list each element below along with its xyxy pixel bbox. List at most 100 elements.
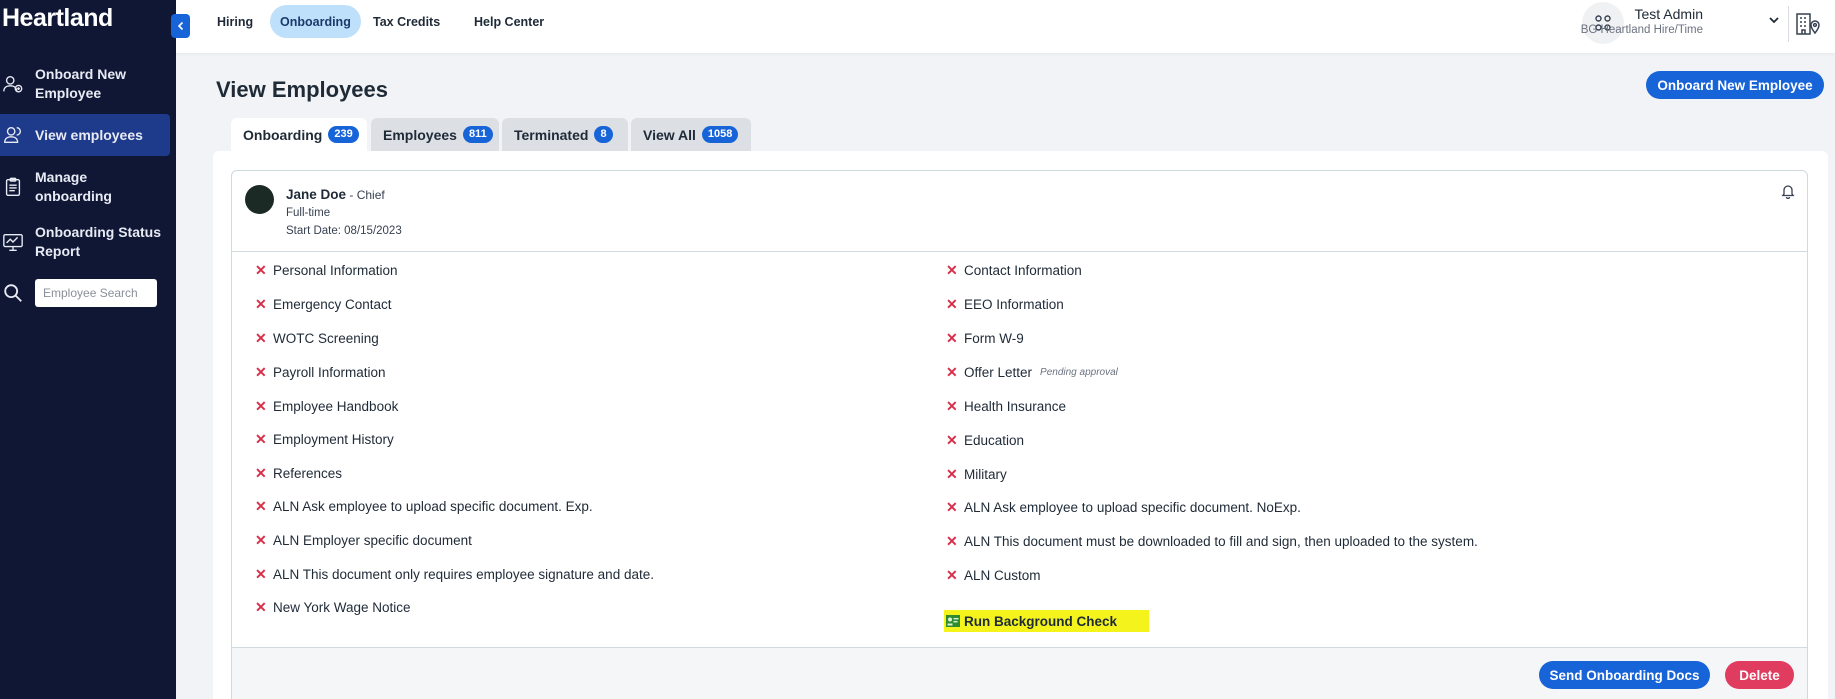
task-label: New York Wage Notice xyxy=(273,600,411,615)
sidebar: Heartland Onboard New Employee View empl… xyxy=(0,0,176,699)
onboard-new-employee-button[interactable]: Onboard New Employee xyxy=(1646,71,1824,99)
task-aln-upload-noexp[interactable]: ✕ ALN Ask employee to upload specific doc… xyxy=(946,499,1301,516)
incomplete-x-icon: ✕ xyxy=(946,296,958,312)
chevron-left-icon xyxy=(177,21,183,31)
building-location-icon[interactable] xyxy=(1794,9,1822,37)
task-emergency-contact[interactable]: ✕ Emergency Contact xyxy=(255,296,392,313)
incomplete-x-icon: ✕ xyxy=(255,262,267,278)
tab-label: Terminated xyxy=(514,126,589,143)
sidebar-item-label: onboarding xyxy=(35,188,112,204)
incomplete-x-icon: ✕ xyxy=(946,364,958,380)
background-check-icon xyxy=(946,615,960,627)
employee-card-header: Jane Doe - Chief Full-time Start Date: 0… xyxy=(232,171,1807,252)
user-add-icon xyxy=(3,75,23,93)
task-label: Offer Letter xyxy=(964,365,1033,380)
task-payroll-information[interactable]: ✕ Payroll Information xyxy=(255,364,386,381)
sidebar-item-view-employees[interactable]: View employees xyxy=(0,114,170,156)
incomplete-x-icon: ✕ xyxy=(946,466,958,482)
task-label: Emergency Contact xyxy=(273,297,392,312)
tab-count-badge: 8 xyxy=(594,126,613,143)
task-personal-information[interactable]: ✕ Personal Information xyxy=(255,262,398,279)
task-label: Run Background Check xyxy=(964,613,1118,629)
incomplete-x-icon: ✕ xyxy=(255,599,267,615)
task-aln-download-fill-sign[interactable]: ✕ ALN This document must be downloaded to… xyxy=(946,533,1478,550)
chevron-down-icon[interactable] xyxy=(1767,13,1781,27)
tab-label: Onboarding xyxy=(243,126,323,143)
tab-count-badge: 1058 xyxy=(701,126,739,143)
sidebar-item-onboard-new-employee[interactable]: Onboard New Employee xyxy=(0,64,170,104)
task-aln-upload-exp[interactable]: ✕ ALN Ask employee to upload specific doc… xyxy=(255,498,593,515)
task-run-background-check[interactable]: Run Background Check xyxy=(944,610,1150,632)
task-aln-employer-specific[interactable]: ✕ ALN Employer specific document xyxy=(255,532,472,549)
sidebar-item-onboarding-status-report[interactable]: Onboarding Status Report xyxy=(0,222,170,262)
employee-search-input[interactable] xyxy=(35,279,157,307)
top-link-tax-credits[interactable]: Tax Credits xyxy=(363,5,450,38)
top-link-help-center[interactable]: Help Center xyxy=(464,5,554,38)
user-name[interactable]: Test Admin xyxy=(1635,6,1703,22)
task-label: EEO Information xyxy=(964,297,1064,312)
avatar xyxy=(245,185,274,214)
top-navigation-bar: Hiring Onboarding Tax Credits Help Cente… xyxy=(176,0,1835,53)
employee-search xyxy=(0,279,170,307)
users-icon xyxy=(4,126,22,144)
bell-icon[interactable] xyxy=(1780,183,1796,199)
incomplete-x-icon: ✕ xyxy=(255,431,267,447)
task-label: Health Insurance xyxy=(964,399,1067,414)
task-label: ALN Employer specific document xyxy=(273,533,472,548)
delete-button[interactable]: Delete xyxy=(1725,661,1794,689)
start-date: Start Date: 08/15/2023 xyxy=(286,225,402,237)
incomplete-x-icon: ✕ xyxy=(255,398,267,414)
tab-terminated[interactable]: Terminated 8 xyxy=(502,118,628,151)
task-offer-letter[interactable]: ✕ Offer Letter Pending approval xyxy=(946,364,1118,381)
incomplete-x-icon: ✕ xyxy=(255,296,267,312)
task-label: Payroll Information xyxy=(273,365,386,380)
tab-count-badge: 811 xyxy=(462,126,493,143)
tab-label: View All xyxy=(643,126,696,143)
task-education[interactable]: ✕ Education xyxy=(946,432,1024,449)
task-aln-signature-date[interactable]: ✕ ALN This document only requires employe… xyxy=(255,566,654,583)
incomplete-x-icon: ✕ xyxy=(255,330,267,346)
chart-icon xyxy=(3,233,23,251)
sidebar-item-manage-onboarding[interactable]: Manage onboarding xyxy=(0,167,170,207)
tab-onboarding[interactable]: Onboarding 239 xyxy=(231,118,367,151)
task-new-york-wage-notice[interactable]: ✕ New York Wage Notice xyxy=(255,599,411,616)
tab-view-all[interactable]: View All 1058 xyxy=(631,118,751,151)
task-employment-history[interactable]: ✕ Employment History xyxy=(255,431,394,448)
incomplete-x-icon: ✕ xyxy=(946,262,958,278)
incomplete-x-icon: ✕ xyxy=(255,364,267,380)
user-company: BG Heartland Hire/Time xyxy=(1580,24,1703,36)
task-wotc-screening[interactable]: ✕ WOTC Screening xyxy=(255,330,379,347)
task-aln-custom[interactable]: ✕ ALN Custom xyxy=(946,567,1041,584)
task-employee-handbook[interactable]: ✕ Employee Handbook xyxy=(255,398,398,415)
sidebar-item-label: Onboard New xyxy=(35,66,127,82)
top-link-onboarding[interactable]: Onboarding xyxy=(270,5,361,38)
sidebar-collapse-button[interactable] xyxy=(171,14,190,38)
incomplete-x-icon: ✕ xyxy=(946,432,958,448)
task-military[interactable]: ✕ Military xyxy=(946,466,1007,483)
task-contact-information[interactable]: ✕ Contact Information xyxy=(946,262,1082,279)
pending-approval-status: Pending approval xyxy=(1040,367,1118,378)
search-icon[interactable] xyxy=(2,282,24,304)
incomplete-x-icon: ✕ xyxy=(255,498,267,514)
employee-name[interactable]: Jane Doe - Chief xyxy=(286,187,385,202)
top-link-hiring[interactable]: Hiring xyxy=(207,5,263,38)
task-label: Contact Information xyxy=(964,263,1082,278)
incomplete-x-icon: ✕ xyxy=(946,499,958,515)
incomplete-x-icon: ✕ xyxy=(255,566,267,582)
sidebar-item-label: Manage xyxy=(35,169,88,185)
employee-card-footer: Send Onboarding Docs Delete xyxy=(232,647,1807,699)
task-eeo-information[interactable]: ✕ EEO Information xyxy=(946,296,1064,313)
task-form-w9[interactable]: ✕ Form W-9 xyxy=(946,330,1024,347)
employee-name-text: Jane Doe xyxy=(286,187,347,202)
send-onboarding-docs-button[interactable]: Send Onboarding Docs xyxy=(1539,661,1710,689)
apps-switcher-button[interactable] xyxy=(1582,2,1624,44)
task-health-insurance[interactable]: ✕ Health Insurance xyxy=(946,398,1066,415)
task-references[interactable]: ✕ References xyxy=(255,465,342,482)
tab-employees[interactable]: Employees 811 xyxy=(371,118,499,151)
task-label: Education xyxy=(964,433,1025,448)
employee-title: - Chief xyxy=(346,188,385,202)
task-label: Employment History xyxy=(273,432,394,447)
incomplete-x-icon: ✕ xyxy=(946,533,958,549)
sidebar-item-label: Employee xyxy=(35,85,102,101)
sidebar-item-label: Report xyxy=(35,243,81,259)
